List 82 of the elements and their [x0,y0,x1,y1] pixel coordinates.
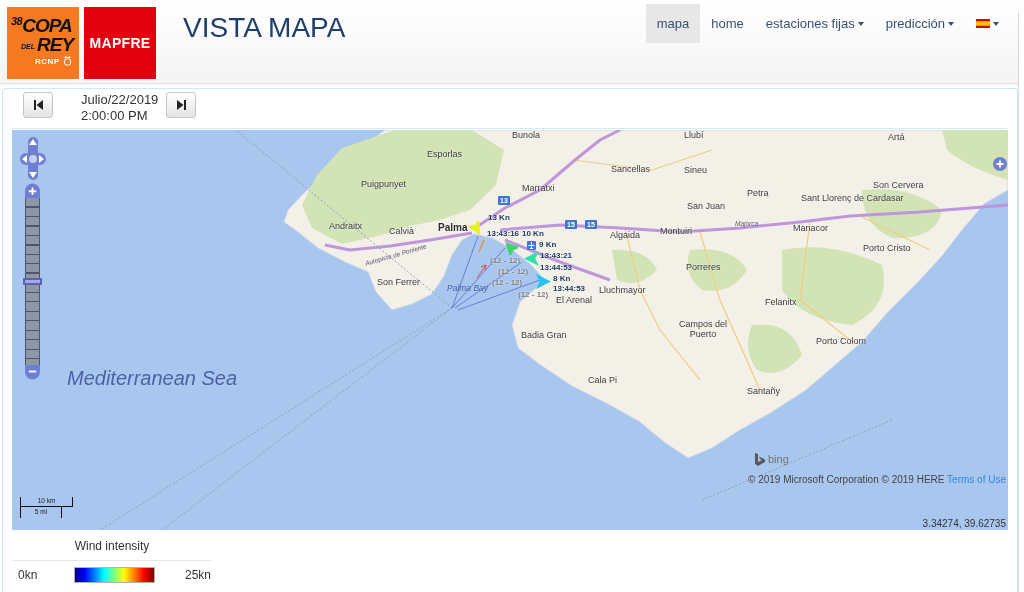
place-label: Son Cervera [873,181,924,191]
range-label: (12 - 12) [498,267,529,276]
place-label: Algaida [610,231,641,241]
sea-label: Mediterranean Sea [67,367,238,389]
range-label: (12 - 12) [490,256,521,265]
nav-link[interactable]: home [700,4,755,43]
logo-icon [755,453,765,466]
speed-label: 10 Kn [522,229,544,238]
skip-forward-button[interactable] [166,92,196,118]
arrow-marker-icon[interactable] [503,240,518,255]
place-label: Porreres [686,263,721,273]
logo-club: RCNP [35,57,60,66]
place-label: Puigpunyet [361,180,407,190]
place-label: Porto Colom [816,337,867,347]
legend-max-label: 25kn [185,568,212,582]
place-label: Porto Cristo [863,244,911,254]
water-label: Palma Bay [447,284,489,294]
range-label: (12 - 12) [518,290,549,299]
skip-back-icon [33,100,43,110]
place-label: Badia Gran [521,331,567,341]
date-text: Julio/22/2019 [81,92,160,108]
speed-label: 13 Kn [488,213,510,222]
caret-icon [948,21,954,26]
logo-number: 38 [11,16,23,27]
place-label: Marratxi [522,184,555,194]
caret-icon [993,21,999,26]
flag-icon [976,19,990,28]
nav-dropdown[interactable]: predicción [874,4,965,43]
time-label: 13:44:53 [540,263,573,272]
crest-icon [62,55,72,66]
legend-title: Wind intensity [12,530,212,561]
place-label: Campos del Puerto [678,320,728,340]
page-title: VISTA MAPA [183,11,346,45]
legend-min-label: 0kn [18,568,39,582]
range-label: (12 - 12) [492,278,523,287]
logo-word: REY [37,35,74,54]
time-text: 2:00:00 PM [81,108,149,124]
place-label: Cala Pi [588,376,617,386]
place-label: Esporlas [427,150,462,160]
place-label: Sant Llorenç de Cardasar [801,194,904,204]
arrow-marker-icon[interactable] [536,274,551,289]
place-label: Bunola [512,131,541,141]
nav-link[interactable]: mapa [645,4,701,43]
caret-icon [857,21,864,26]
time-label: 13:43:16 [487,229,520,238]
speed-label: 8 Kn [553,274,571,283]
coordinates-text: 3.34274, 39.62735 [922,518,1006,530]
place-label: Sancellas [611,165,651,175]
place-label: Felanitx [765,298,797,308]
map-drawing[interactable] [12,130,1008,530]
place-label: Sineu [684,166,708,176]
place-label: Montuiri [660,227,692,237]
place-label: Manacor [793,224,828,234]
place-label: Artá [888,133,905,143]
zoom-slider-thumb[interactable] [23,278,42,285]
logo-word: COPA [22,16,72,35]
place-label: Lluchmayor [599,286,646,296]
place-label: Llubí [684,131,704,141]
nav-dropdown[interactable]: estaciones fijas [754,4,875,43]
arrow-icon [476,263,488,279]
place-label: Andraitx [329,222,363,232]
skip-forward-icon [176,100,186,110]
place-label: Santañy [747,387,781,397]
speed-label: 9 Kn [539,240,557,249]
skip-back-button[interactable] [23,92,53,118]
zoom-in-icon[interactable] [24,183,41,198]
time-label: 13:44:53 [553,284,586,293]
attribution-text: © 2019 Microsoft Corporation © 2019 HERE Terms of Use [748,474,1006,486]
place-label: Calvià [389,227,414,237]
zoom-out-icon[interactable] [24,365,41,380]
place-label: San Juan [687,202,726,212]
place-label: El Arenal [556,296,593,306]
plus-icon[interactable] [993,157,1007,171]
place-label: Petra [747,189,769,199]
arrow-marker-icon[interactable] [524,251,539,266]
pan-control-icon[interactable] [20,137,46,180]
logo-text: bing [768,453,789,466]
airport-icon [527,241,536,250]
sponsor-logo: MAPFRE [84,7,156,79]
time-label: 13:43:21 [540,251,573,260]
place-label: Son Ferrer [377,278,420,288]
city-label: Palma [438,222,468,233]
